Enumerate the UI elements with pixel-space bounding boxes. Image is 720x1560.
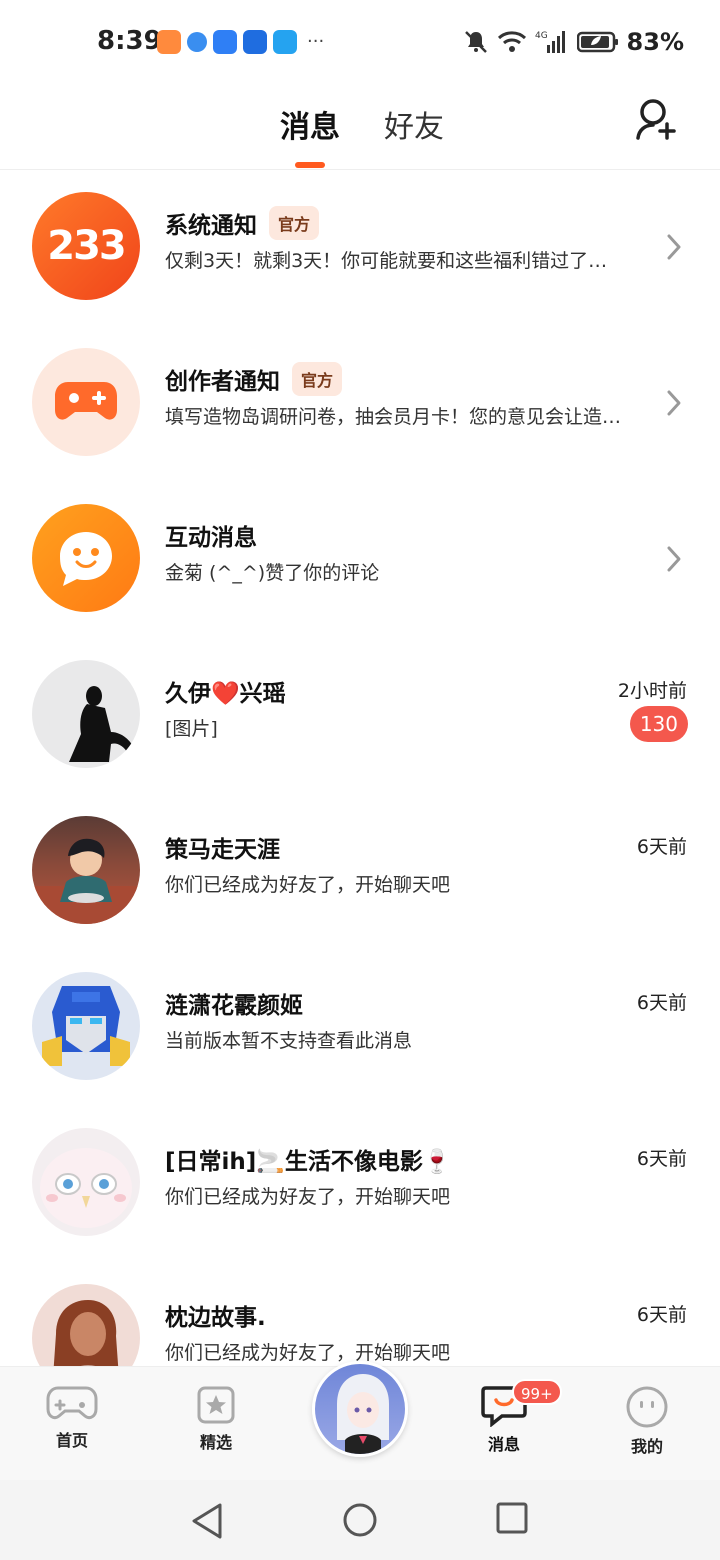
item-preview: 你们已经成为好友了，开始聊天吧 xyxy=(165,874,451,896)
item-preview: 填写造物岛调研问卷，抽会员月卡！您的意见会让造… xyxy=(165,406,622,428)
item-title: 系统通知 xyxy=(165,213,257,239)
nav-label: 首页 xyxy=(55,1431,88,1450)
item-title: 策马走天涯 xyxy=(165,837,280,863)
nav-label: 精选 xyxy=(199,1433,232,1452)
item-preview: 仅剩3天！就剩3天！你可能就要和这些福利错过了… xyxy=(165,250,608,272)
list-item-chat[interactable]: [日常ih]🚬生活不像电影🍷 你们已经成为好友了，开始聊天吧 6天前 xyxy=(0,1106,720,1262)
official-badge: 官方 xyxy=(292,362,343,396)
system-avatar: 233 xyxy=(32,192,140,300)
avatar-text: 233 xyxy=(47,223,126,269)
add-user-icon[interactable] xyxy=(634,96,680,142)
chevron-right-icon xyxy=(667,390,681,416)
item-preview: 你们已经成为好友了，开始聊天吧 xyxy=(165,1186,451,1208)
battery-icon xyxy=(576,31,618,53)
list-item-chat[interactable]: 策马走天涯 你们已经成为好友了，开始聊天吧 6天前 xyxy=(0,794,720,950)
interaction-avatar xyxy=(32,504,140,612)
status-time: 8:39 xyxy=(97,26,162,56)
item-time: 2小时前 xyxy=(617,680,687,702)
item-title: 互动消息 xyxy=(165,525,257,551)
item-preview: 当前版本暂不支持查看此消息 xyxy=(165,1030,413,1052)
item-preview: [图片] xyxy=(165,718,218,740)
avatar xyxy=(32,1284,140,1366)
tab-messages[interactable]: 消息 xyxy=(280,102,340,146)
nav-label: 我的 xyxy=(630,1437,663,1456)
creator-avatar xyxy=(32,348,140,456)
list-item-system-notice[interactable]: 233 系统通知 官方 仅剩3天！就剩3天！你可能就要和这些福利错过了… xyxy=(0,170,720,326)
bottom-nav: 首页 精选 消息 99+ 我的 xyxy=(0,1361,720,1480)
unread-badge: 130 xyxy=(629,706,688,742)
list-item-chat[interactable]: 久伊❤️兴瑶 [图片] 2小时前 130 xyxy=(0,638,720,794)
nav-label: 消息 xyxy=(464,1431,544,1459)
list-item-chat[interactable]: 涟潇花霰颜姬 当前版本暂不支持查看此消息 6天前 xyxy=(0,950,720,1106)
nav-home[interactable]: 首页 xyxy=(32,1385,112,1451)
signal-icon: 4G xyxy=(535,31,565,53)
avatar xyxy=(32,1128,140,1236)
wifi-icon xyxy=(497,31,526,52)
weather-app-icon xyxy=(213,30,237,54)
avatar xyxy=(32,816,140,924)
tab-friends[interactable]: 好友 xyxy=(384,102,444,146)
svg-text:4G: 4G xyxy=(535,31,548,41)
mute-icon xyxy=(464,31,487,53)
face-icon xyxy=(626,1386,668,1428)
chevron-right-icon xyxy=(667,546,681,572)
item-preview: 金菊 (^_^)赞了你的评论 xyxy=(165,562,380,584)
item-preview: 你们已经成为好友了，开始聊天吧 xyxy=(165,1342,451,1364)
battery-percent: 83% xyxy=(626,28,684,56)
message-list: 233 系统通知 官方 仅剩3天！就剩3天！你可能就要和这些福利错过了… 创作者… xyxy=(0,170,720,1366)
chevron-right-icon xyxy=(667,234,681,260)
home-icon[interactable] xyxy=(342,1502,378,1538)
list-item-interaction-notice[interactable]: 互动消息 金菊 (^_^)赞了你的评论 xyxy=(0,482,720,638)
center-avatar-button[interactable] xyxy=(312,1361,408,1457)
gamepad-icon xyxy=(55,382,117,420)
list-item-chat[interactable]: 枕边故事. 你们已经成为好友了，开始聊天吧 6天前 xyxy=(0,1262,720,1366)
notification-icons: ··· xyxy=(157,30,324,54)
list-item-creator-notice[interactable]: 创作者通知 官方 填写造物岛调研问卷，抽会员月卡！您的意见会让造… xyxy=(0,326,720,482)
item-time: 6天前 xyxy=(636,1304,687,1326)
nav-profile[interactable]: 我的 xyxy=(607,1385,687,1457)
more-notifications: ··· xyxy=(307,31,325,52)
item-title: 枕边故事. xyxy=(165,1305,266,1331)
nav-featured[interactable]: 精选 xyxy=(176,1385,256,1453)
messages-badge: 99+ xyxy=(512,1379,562,1405)
search-app-icon xyxy=(273,30,297,54)
item-title: 久伊❤️兴瑶 xyxy=(165,681,286,707)
status-bar: 8:39 ··· 4G 83% xyxy=(0,0,720,84)
item-title: 涟潇花霰颜姬 xyxy=(165,993,303,1019)
chat-bubble-face-icon xyxy=(60,532,112,586)
item-time: 6天前 xyxy=(636,836,687,858)
gamepad-icon xyxy=(46,1386,98,1420)
header: 消息 好友 xyxy=(0,84,720,170)
browser-app-icon xyxy=(187,32,207,52)
status-right: 4G 83% xyxy=(463,28,684,56)
item-title: [日常ih]🚬生活不像电影🍷 xyxy=(165,1149,452,1175)
avatar xyxy=(32,660,140,768)
bulb-app-icon xyxy=(243,30,267,54)
recents-icon[interactable] xyxy=(496,1502,528,1534)
video-app-icon xyxy=(157,30,181,54)
system-navigation-bar xyxy=(0,1480,720,1560)
avatar xyxy=(32,972,140,1080)
item-time: 6天前 xyxy=(636,992,687,1014)
active-tab-indicator xyxy=(295,162,325,168)
star-icon xyxy=(197,1386,235,1424)
item-time: 6天前 xyxy=(636,1148,687,1170)
official-badge: 官方 xyxy=(269,206,320,240)
back-icon[interactable] xyxy=(190,1502,224,1540)
item-title: 创作者通知 xyxy=(165,369,280,395)
